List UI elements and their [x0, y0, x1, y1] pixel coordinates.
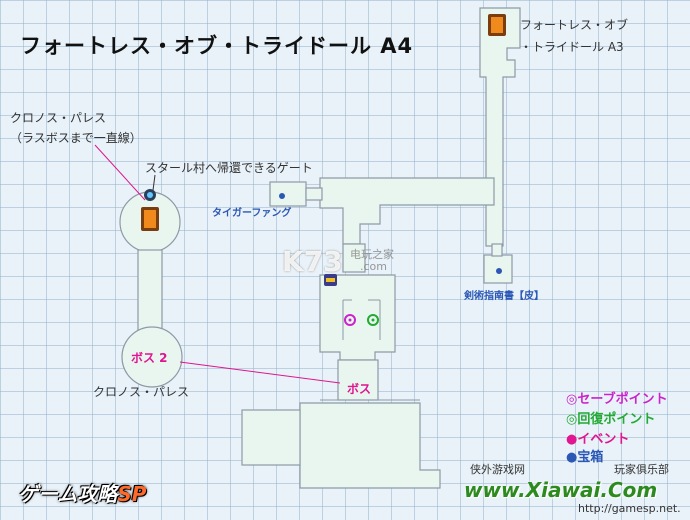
kronos-palace-top-label: クロノス・パレス （ラスボスまで一直線） [10, 111, 142, 145]
heal-point-dot [371, 318, 375, 322]
boss2-label: ボス 2 [131, 351, 168, 365]
kronos-palace-bottom-label: クロノス・パレス [93, 385, 190, 399]
lower-area [299, 402, 441, 489]
brand-left-logo: ゲーム攻略SP [18, 478, 146, 507]
brand-left-sp: SP [117, 482, 147, 506]
watermark-com: .com [360, 260, 387, 273]
map-title: フォートレス・オブ・トライドール A4 [20, 34, 414, 58]
sword-manual-label: 剣術指南書【皮】 [464, 291, 544, 302]
sword-manual-link [491, 243, 503, 257]
return-gate-label: スタール村へ帰還できるゲート [145, 161, 313, 175]
boss2-line [179, 361, 341, 384]
legend-heal: ◎回復ポイント [566, 412, 656, 427]
site-cn-label: 侠外游戏网 [470, 463, 525, 476]
url-label: http://gamesp.net. [578, 502, 681, 515]
treasure-tiger-fang [279, 193, 285, 199]
legend-treasure: ●宝箱 [566, 450, 604, 465]
club-label: 玩家俱乐部 [614, 463, 669, 476]
save-room [319, 274, 396, 361]
legend-save: ◎セーブポイント [566, 392, 668, 407]
legend-event: ●イベント [566, 432, 630, 447]
corridor-to-a3 [479, 7, 521, 247]
gate-icon [144, 189, 156, 201]
brand-left-text: ゲーム攻略 [18, 482, 118, 506]
tiger-fang-link [305, 187, 323, 201]
tiger-fang-room [269, 181, 307, 207]
left-corridor [137, 249, 163, 331]
boss-label: ボス [347, 382, 372, 396]
tiger-fang-label: タイガーファング [212, 208, 292, 219]
kronos-label-line [94, 144, 146, 201]
lower-left-room [241, 409, 301, 466]
door-icon [488, 14, 506, 36]
treasure-sword-manual [496, 268, 502, 274]
main-l-corridor [319, 177, 495, 245]
save-point-dot [348, 318, 352, 322]
watermark-k73: K73 [282, 245, 343, 278]
door-icon [141, 207, 159, 231]
brand-right-logo: www.Xiawai.Com [464, 478, 658, 502]
exit-a3-label: フォートレス・オブ ・トライドール A3 [520, 18, 629, 54]
